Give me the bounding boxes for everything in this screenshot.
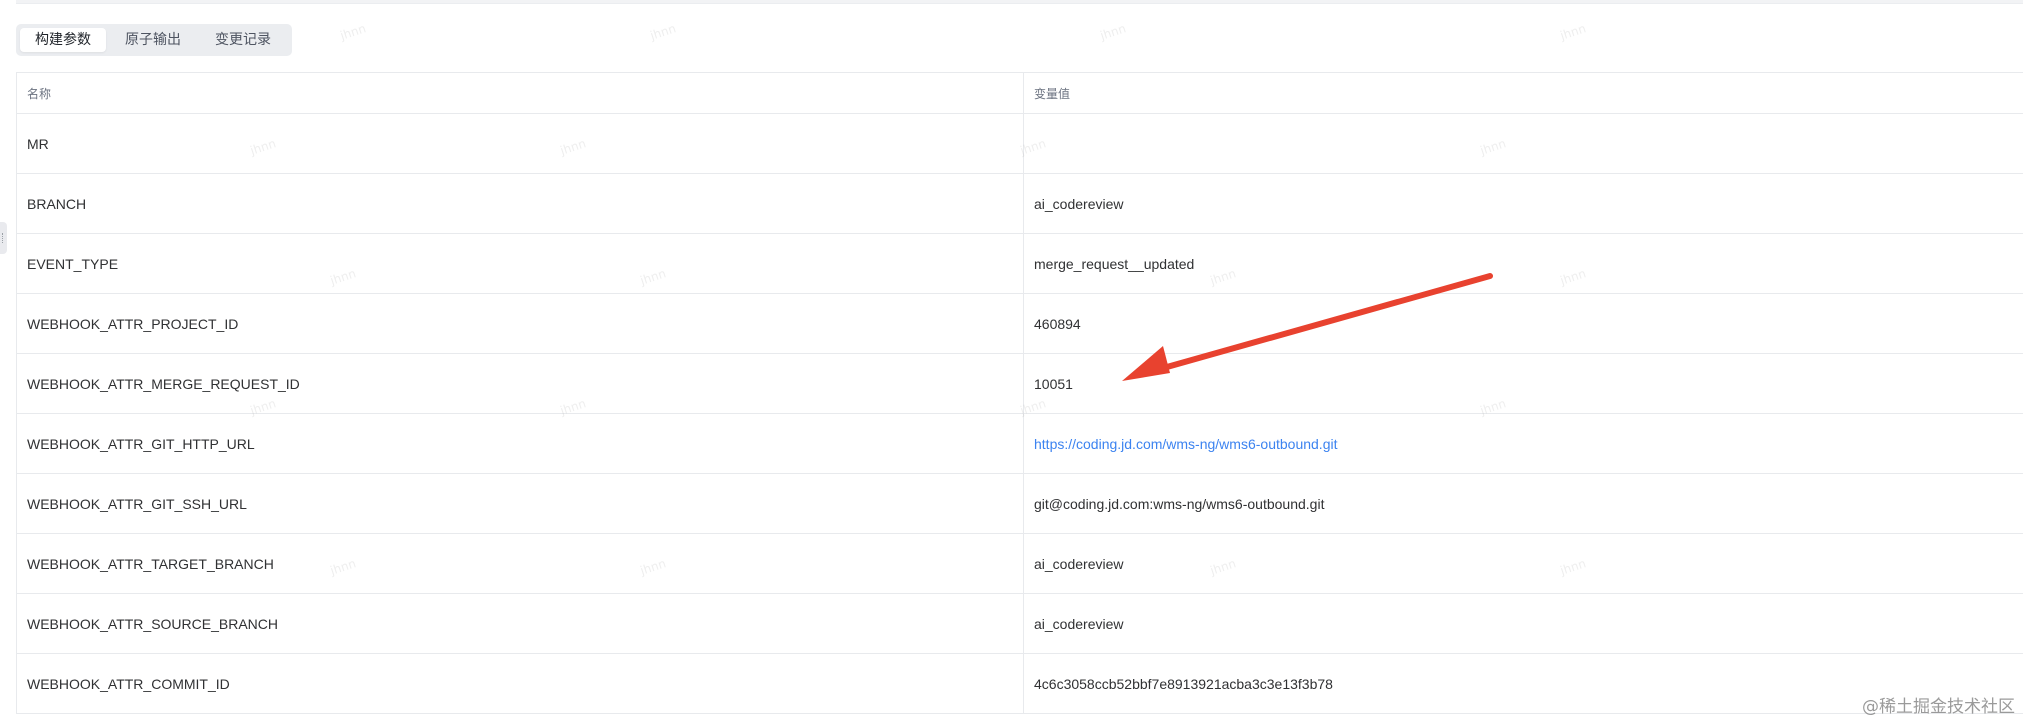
param-value: ai_codereview xyxy=(1034,195,1124,212)
param-name: MR xyxy=(17,114,1024,173)
table-header-row: 名称 变量值 xyxy=(17,73,2023,114)
param-name: WEBHOOK_ATTR_GIT_SSH_URL xyxy=(17,474,1024,533)
param-name: BRANCH xyxy=(17,174,1024,233)
table-row: WEBHOOK_ATTR_GIT_HTTP_URL https://coding… xyxy=(17,414,2023,474)
param-value: git@coding.jd.com:wms-ng/wms6-outbound.g… xyxy=(1034,495,1325,512)
param-name: WEBHOOK_ATTR_TARGET_BRANCH xyxy=(17,534,1024,593)
param-value: 10051 xyxy=(1034,375,1073,392)
column-header-name: 名称 xyxy=(17,73,1024,113)
table-row: WEBHOOK_ATTR_GIT_SSH_URL git@coding.jd.c… xyxy=(17,474,2023,534)
tab-bar: 构建参数 原子输出 变更记录 xyxy=(16,24,292,56)
table-row: WEBHOOK_ATTR_TARGET_BRANCH ai_codereview xyxy=(17,534,2023,594)
param-name: WEBHOOK_ATTR_MERGE_REQUEST_ID xyxy=(17,354,1024,413)
table-row: MR xyxy=(17,114,2023,174)
param-value: merge_request__updated xyxy=(1034,255,1195,272)
param-name: WEBHOOK_ATTR_PROJECT_ID xyxy=(17,294,1024,353)
top-divider xyxy=(16,0,2023,4)
corner-watermark: @稀土掘金技术社区 xyxy=(1862,697,2015,717)
param-name: WEBHOOK_ATTR_SOURCE_BRANCH xyxy=(17,594,1024,653)
git-http-url-link[interactable]: https://coding.jd.com/wms-ng/wms6-outbou… xyxy=(1024,414,2023,473)
table-row: WEBHOOK_ATTR_COMMIT_ID 4c6c3058ccb52bbf7… xyxy=(17,654,2023,714)
param-value: 460894 xyxy=(1034,315,1081,332)
param-value: ai_codereview xyxy=(1034,615,1124,632)
build-params-page: 构建参数 原子输出 变更记录 名称 变量值 MR BRANCH ai_coder… xyxy=(0,0,2023,725)
drag-handle-icon xyxy=(2,233,5,243)
tab-build-params[interactable]: 构建参数 xyxy=(20,28,106,52)
table-row: WEBHOOK_ATTR_PROJECT_ID 460894 xyxy=(17,294,2023,354)
table-row: WEBHOOK_ATTR_MERGE_REQUEST_ID 10051 xyxy=(17,354,2023,414)
param-name: EVENT_TYPE xyxy=(17,234,1024,293)
table-row: WEBHOOK_ATTR_SOURCE_BRANCH ai_codereview xyxy=(17,594,2023,654)
table-row: BRANCH ai_codereview xyxy=(17,174,2023,234)
params-table: 名称 变量值 MR BRANCH ai_codereview EVENT_TYP… xyxy=(16,72,2023,714)
tab-atom-output[interactable]: 原子输出 xyxy=(110,28,196,52)
sidebar-collapse-handle[interactable] xyxy=(0,222,7,254)
param-name: WEBHOOK_ATTR_GIT_HTTP_URL xyxy=(17,414,1024,473)
param-name: WEBHOOK_ATTR_COMMIT_ID xyxy=(17,654,1024,713)
tab-change-log[interactable]: 变更记录 xyxy=(200,28,286,52)
column-header-value: 变量值 xyxy=(1034,86,1071,101)
param-value: ai_codereview xyxy=(1034,555,1124,572)
param-value xyxy=(1024,114,2023,173)
table-row: EVENT_TYPE merge_request__updated xyxy=(17,234,2023,294)
